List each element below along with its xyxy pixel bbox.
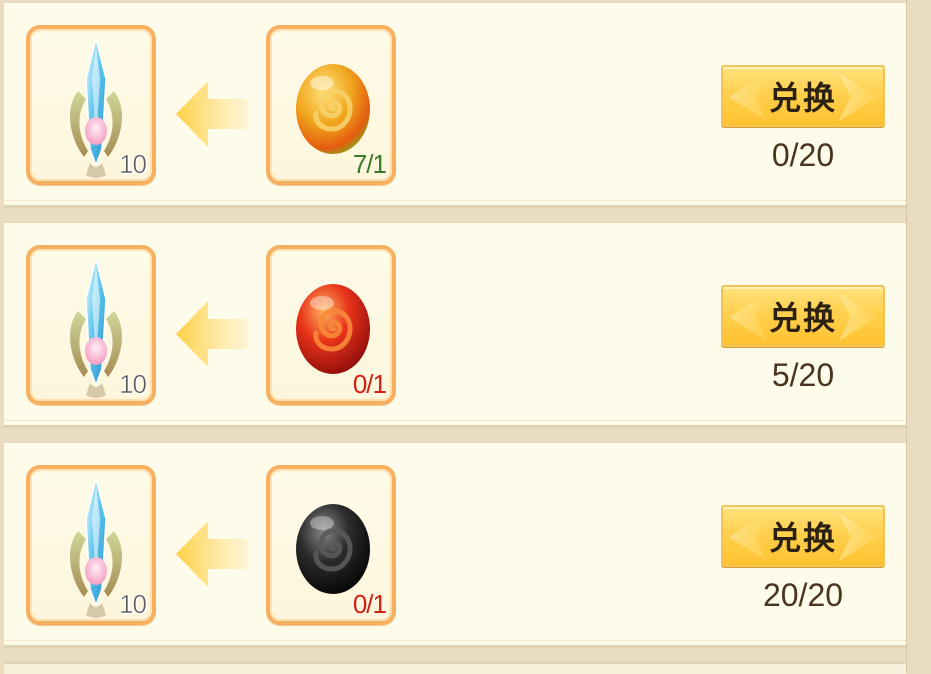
left-arrow-icon: [176, 521, 248, 587]
exchange-button-label: 兑换: [768, 300, 837, 336]
exchange-button-label: 兑换: [768, 520, 837, 556]
cost-slot[interactable]: 0/1: [266, 465, 396, 625]
exchange-button[interactable]: 兑换: [721, 505, 885, 567]
cost-count: 0/1: [352, 589, 387, 619]
left-arrow-icon: [176, 301, 248, 367]
exchange-button[interactable]: 兑换: [721, 285, 885, 347]
reward-count: 10: [119, 589, 147, 620]
cost-slot[interactable]: 0/1: [266, 245, 396, 405]
exchange-row: 10 0/1 兑换 20/20: [4, 442, 906, 648]
exchange-progress: 5/20: [771, 357, 835, 393]
exchange-row: 10 0/1 兑换 5/20: [4, 222, 906, 428]
exchange-button-label: 兑换: [768, 80, 837, 116]
scroll-panel-edge: [906, 0, 931, 672]
exchange-row: 10 7/1 兑换 0/20: [4, 2, 906, 208]
cost-slot[interactable]: 7/1: [266, 25, 396, 185]
exchange-progress: 20/20: [762, 577, 844, 613]
red-orb-icon: [296, 284, 370, 374]
reward-slot[interactable]: 10: [26, 25, 156, 185]
black-orb-icon: [296, 504, 370, 594]
reward-slot[interactable]: 10: [26, 465, 156, 625]
ice-crystal-icon: [70, 39, 122, 178]
cost-count: 0/1: [352, 369, 387, 399]
next-row-edge: [4, 662, 906, 674]
left-arrow-icon: [176, 81, 248, 147]
exchange-list: 10 7/1 兑换 0/20 10 0/1 兑换 5/20 10 0/1 兑换 …: [0, 0, 910, 674]
reward-count: 10: [119, 369, 147, 400]
amber-orb-icon: [296, 64, 370, 154]
exchange-button[interactable]: 兑换: [721, 65, 885, 127]
ice-crystal-icon: [70, 479, 122, 618]
ice-crystal-icon: [70, 259, 122, 398]
cost-count: 7/1: [352, 149, 387, 179]
reward-slot[interactable]: 10: [26, 245, 156, 405]
reward-count: 10: [119, 149, 147, 180]
exchange-progress: 0/20: [771, 137, 835, 173]
